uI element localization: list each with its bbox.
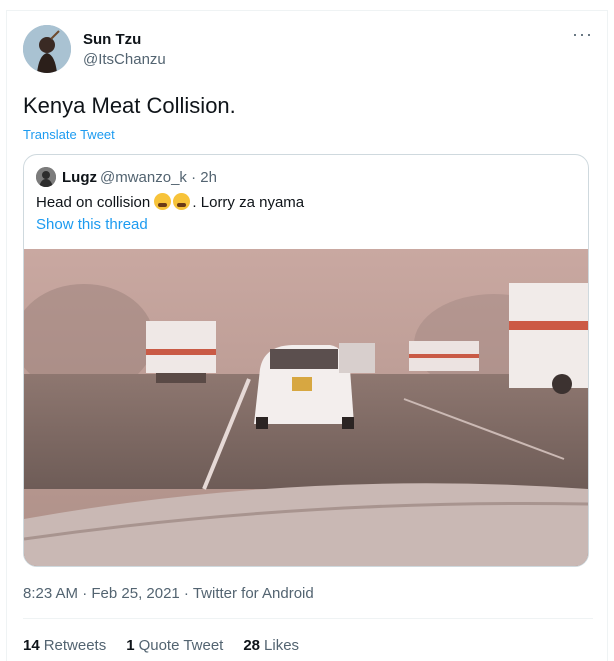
divider bbox=[23, 618, 593, 619]
quoted-author-avatar bbox=[36, 167, 56, 187]
show-thread-link[interactable]: Show this thread bbox=[36, 216, 148, 233]
author-handle[interactable]: @ItsChanzu bbox=[83, 51, 166, 68]
translate-tweet-link[interactable]: Translate Tweet bbox=[23, 127, 115, 142]
retweets-stat[interactable]: 14 Retweets bbox=[23, 637, 106, 654]
quoted-tweet-text: Head on collision . Lorry za nyama bbox=[36, 193, 304, 211]
truck-left bbox=[146, 321, 216, 383]
likes-stat[interactable]: 28 Likes bbox=[243, 637, 299, 654]
tweet-card: Sun Tzu @ItsChanzu ··· Kenya Meat Collis… bbox=[6, 10, 608, 661]
author-name[interactable]: Sun Tzu bbox=[83, 31, 141, 48]
quoted-author-handle: @mwanzo_k · 2h bbox=[100, 169, 217, 186]
tweet-timestamp[interactable]: 8:23 AM · Feb 25, 2021 · Twitter for And… bbox=[23, 585, 314, 602]
quoted-author-name: Lugz bbox=[62, 169, 97, 186]
quoted-text-start: Head on collision bbox=[36, 194, 151, 211]
weary-face-emoji-icon bbox=[154, 193, 172, 210]
truck-right bbox=[509, 283, 588, 394]
author-avatar[interactable] bbox=[23, 25, 71, 73]
tweet-text: Kenya Meat Collision. bbox=[23, 93, 236, 118]
more-options-icon[interactable]: ··· bbox=[572, 25, 593, 43]
quote-tweets-stat[interactable]: 1 Quote Tweet bbox=[126, 637, 223, 654]
quoted-media-video[interactable] bbox=[24, 249, 588, 566]
quoted-text-end: . Lorry za nyama bbox=[192, 194, 305, 211]
engagement-stats: 14 Retweets 1 Quote Tweet 28 Likes bbox=[23, 637, 299, 654]
quoted-tweet[interactable]: Lugz @mwanzo_k · 2h Head on collision . … bbox=[23, 154, 589, 567]
weary-face-emoji-icon bbox=[173, 193, 191, 210]
